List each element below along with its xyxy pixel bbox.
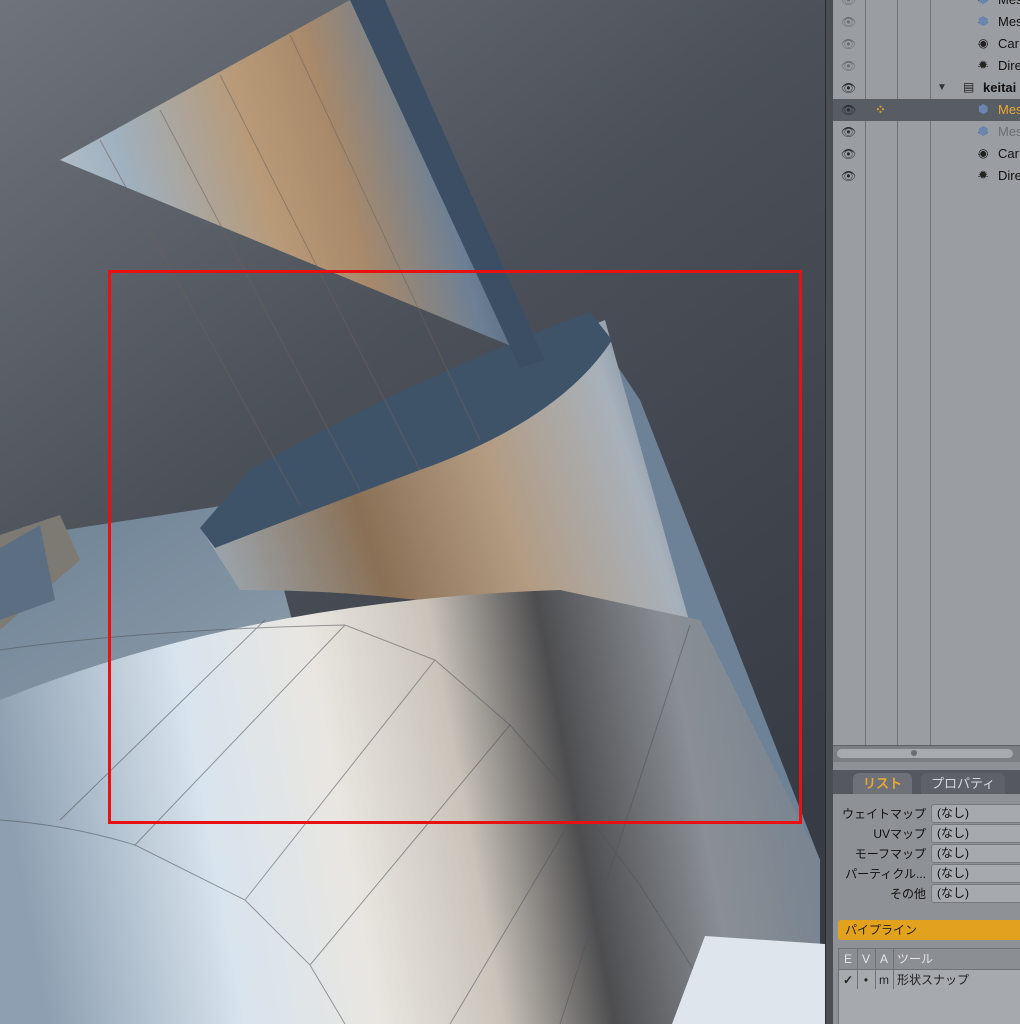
light-icon: ✹ [978,58,989,72]
mesh-icon: ⬢ [978,102,989,116]
outliner-item-label: Dire [998,168,1020,183]
camera-icon: ◉ [978,146,989,160]
outliner-item[interactable]: 👁 ⬢ Mes [833,11,1020,33]
outliner-item[interactable]: 👁 ✹ Dire [833,55,1020,77]
map-label: パーティクル... [845,867,926,881]
outliner-item-label: Mes [998,14,1020,29]
outliner-item[interactable]: 👁 ◉ Car [833,33,1020,55]
eye-icon[interactable]: 👁 [841,0,856,6]
mode-indicator[interactable]: m [875,970,893,990]
map-label: その他 [889,887,926,901]
visible-dot-icon[interactable]: • [857,970,875,990]
outliner-item[interactable]: 👁 ✹ Dire [833,165,1020,187]
mesh-icon: ⬢ [978,14,989,28]
outliner-item-label: keitai [983,80,1017,95]
eye-icon[interactable]: 👁 [841,16,856,28]
camera-icon: ◉ [978,36,989,50]
map-row-weight: ウェイトマップ (なし) [833,803,1020,823]
map-value-select[interactable]: (なし) [931,884,1020,903]
map-label: モーフマップ [854,847,926,861]
eye-icon[interactable]: 👁 [841,170,856,182]
map-value-select[interactable]: (なし) [931,804,1020,823]
tab-bar: リスト プロパティ [833,770,1020,794]
tool-name: 形状スナップ [897,973,970,987]
tab-list[interactable]: リスト [853,773,913,794]
map-row-other: その他 (なし) [833,883,1020,903]
outliner-item-label: Mes [998,124,1020,139]
mesh-icon: ⬢ [978,0,988,6]
pipeline-row[interactable]: ✓ • m 形状スナップ [839,970,1020,990]
column-header-a[interactable]: A [875,949,893,969]
eye-icon[interactable]: 👁 [841,104,856,116]
outliner-item[interactable]: 👁 ▼ ▤ keitai [833,77,1020,99]
outliner-item[interactable]: 👁 ◉ Car [833,143,1020,165]
scrollbar-thumb[interactable] [837,749,1013,758]
column-header-tool[interactable]: ツール [897,949,933,969]
map-row-morph: モーフマップ (なし) [833,843,1020,863]
side-panel: 👁 ⬢ Mes 👁 ⬢ Mes 👁 ◉ Car 👁 ✹ Dire 👁 ▼ ▤ keitai 👁 ⁘ ⬢ Mes 👁 ⬢ Me… [833,0,1020,1024]
mesh-icon: ⬢ [978,124,989,138]
pipeline-table: E V A ツール ✓ • m 形状スナップ [838,948,1020,1024]
eye-icon[interactable]: 👁 [841,38,856,50]
map-row-uv: UVマップ (なし) [833,823,1020,843]
outliner-item-label: Mes [998,0,1020,7]
eye-icon[interactable]: 👁 [841,60,856,72]
map-value-select[interactable]: (なし) [931,844,1020,863]
outliner-item-label: Car [998,146,1019,161]
item-mode-icon[interactable]: ⁘ [875,102,886,118]
outliner-item[interactable]: 👁 ⁘ ⬢ Mes [833,99,1020,121]
scene-outliner[interactable]: 👁 ⬢ Mes 👁 ⬢ Mes 👁 ◉ Car 👁 ✹ Dire 👁 ▼ ▤ keitai 👁 ⁘ ⬢ Mes 👁 ⬢ Me… [833,0,1020,745]
tab-properties[interactable]: プロパティ [921,773,1006,794]
outliner-item-label: Mes [998,102,1020,117]
outliner-item[interactable]: 👁 ⬢ Mes [833,121,1020,143]
map-value-select[interactable]: (なし) [931,864,1020,883]
expand-triangle-icon[interactable]: ▼ [937,82,947,93]
outliner-item-label: Dire [998,58,1020,73]
scene-icon: ▤ [963,80,975,94]
map-label: ウェイトマップ [841,807,926,821]
outliner-item[interactable]: 👁 ⬢ Mes [833,0,1020,11]
3d-viewport[interactable] [0,0,825,1024]
light-icon: ✹ [978,168,989,182]
enabled-check-icon[interactable]: ✓ [839,970,857,990]
vertex-map-list: ウェイトマップ (なし) UVマップ (なし) モーフマップ (なし) パーティ… [833,800,1020,906]
pipeline-header[interactable]: パイプライン [838,920,1020,940]
viewport-render [0,0,825,1024]
map-row-particle: パーティクル... (なし) [833,863,1020,883]
eye-icon[interactable]: 👁 [841,82,856,94]
pipeline-table-header: E V A ツール [839,949,1020,970]
column-header-e[interactable]: E [839,949,857,969]
scrollbar-grip-icon [911,750,917,756]
column-header-v[interactable]: V [857,949,875,969]
outliner-item-label: Car [998,36,1019,51]
map-label: UVマップ [873,827,926,841]
outliner-scrollbar[interactable] [833,745,1020,762]
eye-icon[interactable]: 👁 [841,126,856,138]
map-value-select[interactable]: (なし) [931,824,1020,843]
eye-icon[interactable]: 👁 [841,148,856,160]
